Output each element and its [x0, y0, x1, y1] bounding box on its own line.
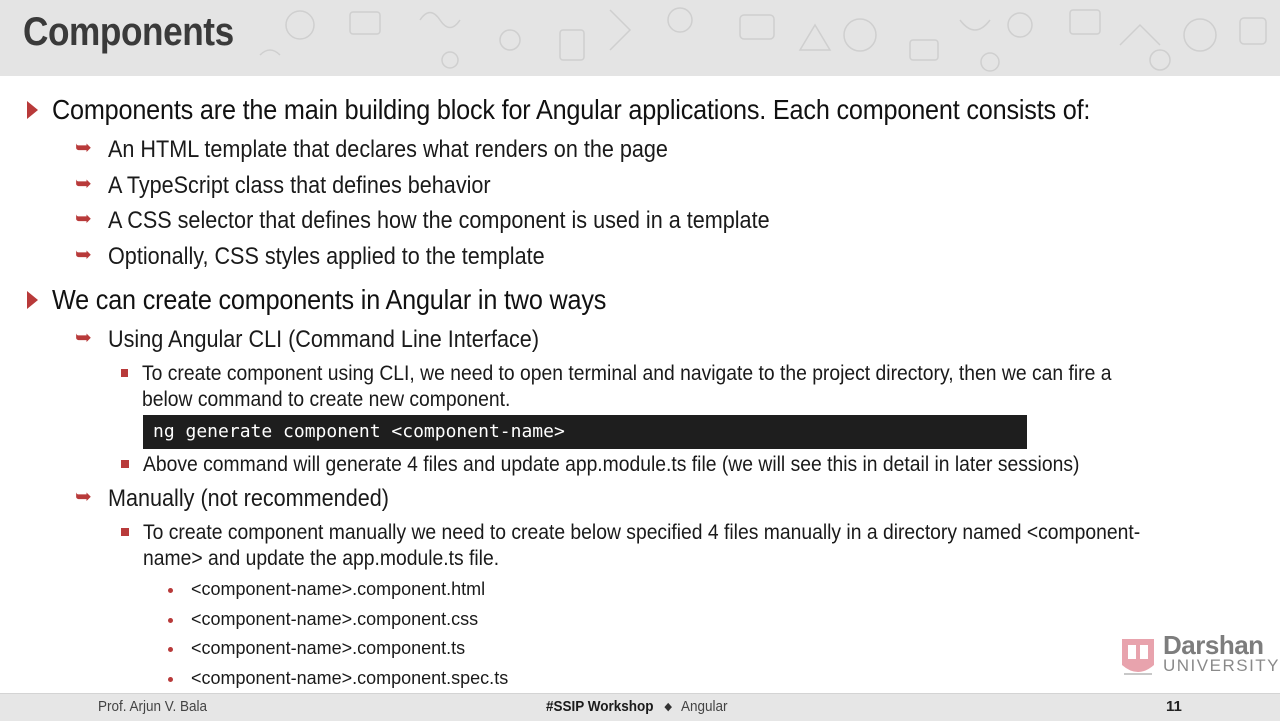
file-list-item: <component-name>.component.html — [168, 579, 485, 600]
list-item: ➥ An HTML template that declares what re… — [75, 136, 730, 164]
file-name: <component-name>.component.css — [191, 609, 479, 629]
square-bullet-icon — [121, 369, 129, 377]
list-item-text: A TypeScript class that defines behavior — [108, 172, 491, 199]
dot-bullet-icon — [168, 647, 173, 652]
sub-list-item-text: To create component using CLI, we need t… — [142, 362, 1112, 385]
list-item: ➥ Manually (not recommended) — [75, 485, 420, 513]
list-item: ➥ Using Angular CLI (Command Line Interf… — [75, 326, 587, 354]
dot-bullet-icon — [168, 618, 173, 623]
triangle-bullet-icon — [27, 291, 38, 309]
footer-event: #SSIP Workshop — [546, 698, 654, 715]
bullet-main-2-text: We can create components in Angular in t… — [52, 284, 607, 315]
file-list-item: <component-name>.component.spec.ts — [168, 668, 508, 689]
slide-footer: Prof. Arjun V. Bala #SSIP Workshop ◆ Ang… — [0, 693, 1280, 721]
diamond-separator-icon: ◆ — [664, 701, 672, 713]
file-name: <component-name>.component.spec.ts — [191, 668, 509, 688]
curved-arrow-icon: ➥ — [75, 137, 92, 159]
curved-arrow-icon: ➥ — [75, 173, 92, 195]
list-item-text: Manually (not recommended) — [108, 485, 389, 512]
bullet-main-1-text: Components are the main building block f… — [52, 94, 1091, 125]
sub-list-item-text-block: To create component manually we need to … — [143, 520, 1227, 572]
list-item-text: A CSS selector that defines how the comp… — [108, 207, 770, 234]
sub-list-item: To create component manually we need to … — [121, 520, 1227, 572]
logo-subtitle: UNIVERSITY — [1163, 656, 1280, 675]
triangle-bullet-icon — [27, 101, 38, 119]
dot-bullet-icon — [168, 677, 173, 682]
sub-list-item-text: name> and update the app.module.ts file. — [143, 547, 500, 570]
sub-list-item-text: below command to create new component. — [142, 388, 511, 411]
list-item-text: Optionally, CSS styles applied to the te… — [108, 243, 545, 270]
bullet-main-1: Components are the main building block f… — [27, 94, 1206, 126]
curved-arrow-icon: ➥ — [75, 486, 92, 508]
university-logo-icon — [1122, 639, 1154, 675]
sub-list-item-text-block: To create component using CLI, we need t… — [142, 361, 1261, 413]
footer-author: Prof. Arjun V. Bala — [98, 698, 208, 715]
sub-list-item: To create component using CLI, we need t… — [121, 361, 1261, 413]
square-bullet-icon — [121, 528, 129, 536]
file-list-item: <component-name>.component.css — [168, 609, 478, 630]
sub-list-item-text: To create component manually we need to … — [143, 521, 1141, 544]
page-number: 11 — [1166, 698, 1182, 715]
dot-bullet-icon — [168, 588, 173, 593]
bullet-main-2: We can create components in Angular in t… — [27, 284, 668, 316]
curved-arrow-icon: ➥ — [75, 244, 92, 266]
curved-arrow-icon: ➥ — [75, 208, 92, 230]
list-item: ➥ Optionally, CSS styles applied to the … — [75, 243, 593, 271]
footer-topic: Angular — [680, 698, 728, 715]
footer-center: #SSIP Workshop ◆ Angular — [546, 698, 727, 715]
sub-list-item: Above command will generate 4 files and … — [121, 452, 1161, 478]
slide-header: Components — [0, 0, 1280, 76]
list-item-text: An HTML template that declares what rend… — [108, 136, 668, 163]
curved-arrow-icon: ➥ — [75, 327, 92, 349]
list-item-text: Using Angular CLI (Command Line Interfac… — [108, 326, 540, 353]
file-name: <component-name>.component.html — [191, 579, 486, 599]
sub-list-item-text: Above command will generate 4 files and … — [143, 453, 1080, 476]
file-list-item: <component-name>.component.ts — [168, 638, 465, 659]
code-block: ng generate component <component-name> — [143, 415, 1027, 449]
square-bullet-icon — [121, 460, 129, 468]
page-title: Components — [23, 10, 234, 54]
file-name: <component-name>.component.ts — [191, 638, 466, 658]
list-item: ➥ A CSS selector that defines how the co… — [75, 207, 843, 235]
list-item: ➥ A TypeScript class that defines behavi… — [75, 172, 533, 200]
